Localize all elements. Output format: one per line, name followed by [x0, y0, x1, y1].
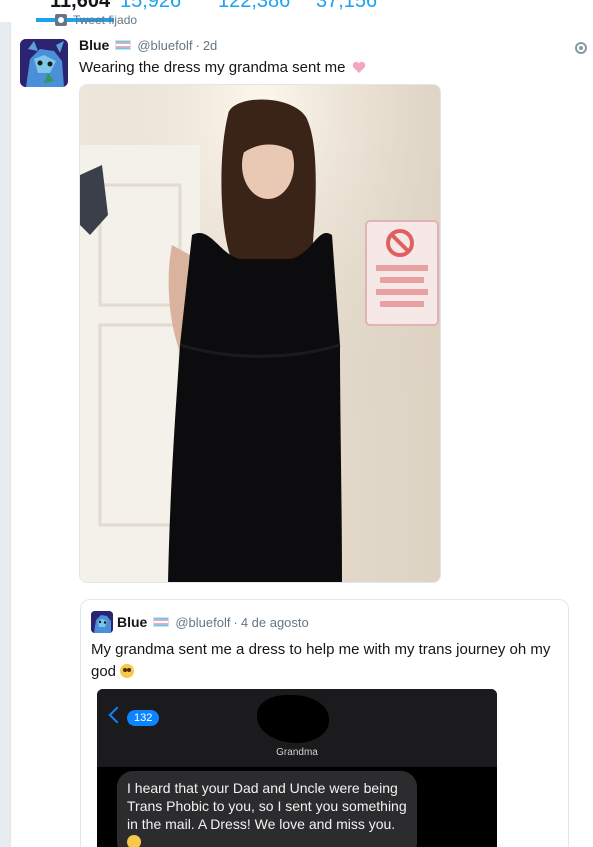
tweet-timestamp[interactable]: 2d [203, 38, 217, 53]
pinned-indicator: Tweet fijado [55, 13, 137, 27]
quote-text-content: My grandma sent me a dress to help me wi… [91, 641, 551, 680]
pink-heart-icon [352, 61, 366, 74]
message-screenshot[interactable]: 132 Grandma I heard that your Dad and Un… [97, 689, 497, 847]
tweet-card[interactable]: Tweet fijado Blue @bluefolf · 2d Wearing… [10, 13, 593, 847]
pinned-label: Tweet fijado [73, 13, 138, 27]
tweet-text-content: Wearing the dress my grandma sent me [79, 59, 346, 76]
tweets-count[interactable]: 11,604 [50, 0, 110, 13]
quoted-tweet[interactable]: Blue @bluefolf · 4 de agosto My grandma … [80, 599, 569, 847]
redacted-contact-photo [257, 695, 329, 743]
author-handle[interactable]: @bluefolf [137, 38, 192, 53]
quote-author-handle: @bluefolf [175, 614, 231, 630]
quote-author-name: Blue [117, 614, 148, 630]
pleading-face-icon [120, 664, 135, 678]
trans-flag-icon [115, 40, 132, 50]
tweet-header: Blue @bluefolf · 2d [79, 37, 217, 53]
message-text: I heard that your Dad and Uncle were bei… [127, 780, 407, 832]
separator-dot: · [233, 614, 238, 630]
quote-avatar [91, 611, 113, 633]
pin-icon [55, 14, 67, 26]
trans-flag-icon [153, 617, 170, 627]
back-chevron-icon [108, 706, 126, 724]
likes-count[interactable]: 37,156 [316, 0, 377, 13]
separator-dot: · [195, 37, 200, 53]
message-bubble: I heard that your Dad and Uncle were bei… [117, 771, 417, 847]
author-name[interactable]: Blue [79, 37, 109, 53]
tweet-text: Wearing the dress my grandma sent me [79, 59, 366, 76]
quote-header: Blue @bluefolf · 4 de agosto [91, 611, 309, 633]
quote-timestamp: 4 de agosto [240, 614, 309, 630]
smiling-face-icon [127, 835, 141, 847]
following-count[interactable]: 15,926 [120, 0, 181, 13]
globe-icon[interactable] [575, 42, 587, 54]
messages-header: 132 Grandma [97, 689, 497, 767]
avatar[interactable] [20, 39, 68, 87]
tweet-photo[interactable] [79, 84, 441, 583]
back-count-badge: 132 [127, 710, 160, 726]
quote-text: My grandma sent me a dress to help me wi… [91, 639, 561, 683]
contact-name: Grandma [276, 747, 318, 758]
followers-count[interactable]: 122,386 [218, 0, 290, 13]
